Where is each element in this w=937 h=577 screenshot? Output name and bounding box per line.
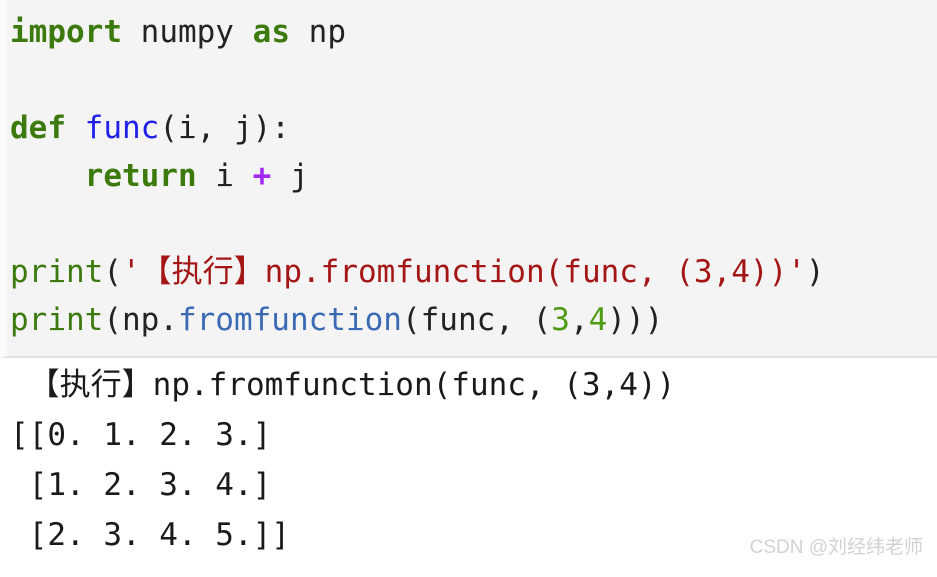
- line-import: import numpy as np: [10, 8, 937, 56]
- code-token-plain: ): [805, 254, 825, 290]
- code-token-keyword: as: [252, 14, 290, 50]
- code-line-list: import numpy as np def func(i, j): retur…: [10, 8, 937, 344]
- line-print-label: print('【执行】np.fromfunction(func, (3,4))'…: [10, 248, 937, 296]
- line-print-value: print(np.fromfunction(func, (3,4))): [10, 296, 937, 344]
- line-return: return i + j: [10, 152, 937, 200]
- code-token-plain: ,: [569, 302, 589, 338]
- code-token-plain: np: [308, 14, 346, 50]
- watermark: CSDN @刘经纬老师: [749, 537, 923, 558]
- output-line: [1. 2. 3. 4.]: [10, 467, 272, 503]
- code-token-number: 3: [551, 302, 570, 338]
- code-token-function-def: func: [84, 110, 160, 146]
- code-token-plain: (np.: [103, 302, 178, 338]
- output-line-list: 【执行】np.fromfunction(func, (3,4)) [[0. 1. …: [10, 360, 675, 560]
- code-token-number: 4: [588, 302, 608, 338]
- code-token-plain: ))): [607, 302, 664, 338]
- code-token-plain: i: [196, 158, 253, 194]
- line-blank-1: [10, 56, 937, 104]
- code-block: import numpy as np def func(i, j): retur…: [0, 0, 937, 358]
- code-token-string: '【执行】np.fromfunction(func, (3,4))': [122, 254, 806, 290]
- code-token-keyword: import: [10, 14, 122, 50]
- code-token-plain: j: [271, 158, 309, 194]
- output-line: [2. 3. 4. 5.]]: [10, 517, 290, 553]
- code-token-plain: numpy: [140, 14, 234, 50]
- code-token-builtin: print: [10, 254, 104, 290]
- code-token-plain: (func, (: [401, 302, 552, 338]
- code-token-builtin: print: [10, 302, 104, 338]
- line-blank-2: [10, 200, 937, 248]
- code-token-keyword: def: [10, 110, 66, 146]
- output-line: 【执行】np.fromfunction(func, (3,4)): [10, 367, 676, 403]
- code-token-keyword: return: [84, 158, 197, 194]
- code-token-plain: (i, j):: [159, 110, 290, 146]
- code-token-plain: (: [103, 254, 122, 290]
- code-token-attribute: fromfunction: [177, 302, 402, 338]
- code-token-operator: +: [252, 158, 272, 194]
- output-line: [[0. 1. 2. 3.]: [10, 417, 272, 453]
- line-def: def func(i, j):: [10, 104, 937, 152]
